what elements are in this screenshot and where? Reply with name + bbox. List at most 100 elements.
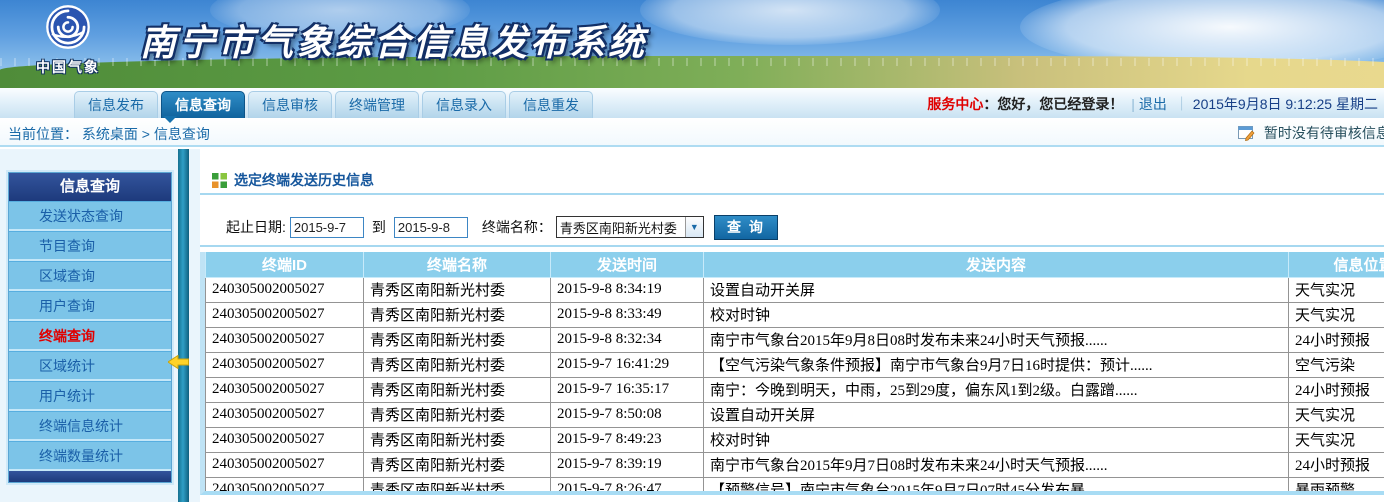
table-row[interactable]: 240305002005027青秀区南阳新光村委2015-9-7 16:35:1… — [206, 377, 1384, 402]
table-row[interactable]: 240305002005027青秀区南阳新光村委2015-9-8 8:34:19… — [206, 277, 1384, 302]
sidebar-item[interactable]: 区域查询 — [9, 261, 171, 291]
date-from-input[interactable] — [290, 217, 364, 238]
nav-tab[interactable]: 信息录入 — [422, 91, 506, 118]
sidebar-item[interactable]: 区域统计 — [9, 351, 171, 381]
history-table-body: 240305002005027青秀区南阳新光村委2015-9-8 8:34:19… — [206, 277, 1384, 495]
breadcrumb-label: 当前位置： — [8, 126, 78, 142]
cell-info-type: 暴雨预警 — [1289, 477, 1384, 495]
cell-send-time: 2015-9-8 8:32:34 — [551, 327, 704, 352]
cell-terminal-id: 240305002005027 — [206, 377, 364, 402]
panel-header: 选定终端发送历史信息 — [200, 167, 1384, 195]
collapse-sidebar-arrow-icon[interactable] — [168, 355, 189, 374]
table-row[interactable]: 240305002005027青秀区南阳新光村委2015-9-7 8:49:23… — [206, 427, 1384, 452]
cell-content: 【空气污染气象条件预报】南宁市气象台9月7日16时提供：预计...... — [704, 352, 1289, 377]
nav-tab[interactable]: 信息审核 — [248, 91, 332, 118]
table-row[interactable]: 240305002005027青秀区南阳新光村委2015-9-8 8:33:49… — [206, 302, 1384, 327]
table-row[interactable]: 240305002005027青秀区南阳新光村委2015-9-8 8:32:34… — [206, 327, 1384, 352]
cell-content: 设置自动开关屏 — [704, 402, 1289, 427]
breadcrumb: 当前位置： 系统桌面 > 信息查询 — [8, 124, 210, 144]
sidebar-item[interactable]: 终端信息统计 — [9, 411, 171, 441]
service-center-label: 服务中心 — [927, 96, 983, 112]
panel-title: 选定终端发送历史信息 — [234, 170, 374, 190]
column-header-terminal-id: 终端ID — [206, 252, 364, 277]
cell-info-type: 空气污染 — [1289, 352, 1384, 377]
cell-send-time: 2015-9-7 16:35:17 — [551, 377, 704, 402]
cell-terminal-name: 青秀区南阳新光村委 — [364, 277, 551, 302]
sidebar-item[interactable]: 节目查询 — [9, 231, 171, 261]
cell-terminal-name: 青秀区南阳新光村委 — [364, 402, 551, 427]
to-label: 到 — [372, 217, 386, 237]
nav-tab-active[interactable]: 信息查询 — [161, 91, 245, 118]
sidebar-item[interactable]: 用户查询 — [9, 291, 171, 321]
app-window: 中国气象 南宁市气象综合信息发布系统 信息发布信息查询信息审核终端管理信息录入信… — [0, 0, 1384, 502]
cell-terminal-id: 240305002005027 — [206, 452, 364, 477]
table-row[interactable]: 240305002005027青秀区南阳新光村委2015-9-7 8:39:19… — [206, 452, 1384, 477]
date-to-input[interactable] — [394, 217, 468, 238]
cell-info-type: 天气实况 — [1289, 302, 1384, 327]
terminal-name-label: 终端名称： — [482, 217, 552, 237]
cell-terminal-name: 青秀区南阳新光村委 — [364, 352, 551, 377]
cell-terminal-name: 青秀区南阳新光村委 — [364, 427, 551, 452]
content-area: 信息查询 发送状态查询节目查询区域查询用户查询终端查询区域统计用户统计终端信息统… — [0, 149, 1384, 502]
cell-terminal-name: 青秀区南阳新光村委 — [364, 302, 551, 327]
separator: ｜ — [1175, 96, 1189, 112]
cell-terminal-id: 240305002005027 — [206, 427, 364, 452]
login-greeting: ：您好，您已经登录！ — [983, 96, 1123, 112]
cell-content: 校对时钟 — [704, 302, 1289, 327]
nav-tab[interactable]: 信息重发 — [509, 91, 593, 118]
cell-terminal-id: 240305002005027 — [206, 327, 364, 352]
cell-content: 南宁市气象台2015年9月7日08时发布未来24小时天气预报...... — [704, 452, 1289, 477]
sidebar-header: 信息查询 — [9, 173, 171, 201]
cell-terminal-name: 青秀区南阳新光村委 — [364, 452, 551, 477]
cell-send-time: 2015-9-8 8:34:19 — [551, 277, 704, 302]
sidebar-item[interactable]: 终端数量统计 — [9, 441, 171, 471]
audit-notice: 暂时没有待审核信息 — [1238, 123, 1384, 144]
logo-caption: 中国气象 — [18, 57, 118, 77]
cell-content: 【预警信号】南宁市气象台2015年9月7日07时45分发布暴...... — [704, 477, 1289, 495]
query-form: 起止日期: 到 终端名称： 青秀区南阳新光村委 ▼ 查 询 — [200, 195, 1384, 247]
nav-tab[interactable]: 终端管理 — [335, 91, 419, 118]
breadcrumb-home-link[interactable]: 系统桌面 — [82, 126, 138, 142]
table-row[interactable]: 240305002005027青秀区南阳新光村委2015-9-7 8:50:08… — [206, 402, 1384, 427]
cell-terminal-name: 青秀区南阳新光村委 — [364, 327, 551, 352]
column-header-send-time: 发送时间 — [551, 252, 704, 277]
cell-content: 设置自动开关屏 — [704, 277, 1289, 302]
table-row[interactable]: 240305002005027青秀区南阳新光村委2015-9-7 16:41:2… — [206, 352, 1384, 377]
pending-audit-note-icon — [1238, 126, 1255, 144]
sidebar-divider — [178, 149, 189, 502]
nav-tab[interactable]: 信息发布 — [74, 91, 158, 118]
cell-send-time: 2015-9-7 8:49:23 — [551, 427, 704, 452]
sidebar-item[interactable]: 发送状态查询 — [9, 201, 171, 231]
cell-content: 校对时钟 — [704, 427, 1289, 452]
grid-icon — [212, 173, 227, 188]
cell-terminal-id: 240305002005027 — [206, 477, 364, 495]
query-button[interactable]: 查 询 — [714, 215, 778, 240]
cell-info-type: 24小时预报 — [1289, 377, 1384, 402]
cell-info-type: 天气实况 — [1289, 277, 1384, 302]
cell-send-time: 2015-9-7 8:50:08 — [551, 402, 704, 427]
cell-content: 南宁市气象台2015年9月8日08时发布未来24小时天气预报...... — [704, 327, 1289, 352]
table-row[interactable]: 240305002005027青秀区南阳新光村委2015-9-7 8:26:47… — [206, 477, 1384, 495]
sidebar-items: 发送状态查询节目查询区域查询用户查询终端查询区域统计用户统计终端信息统计终端数量… — [9, 201, 171, 471]
chevron-down-icon: ▼ — [685, 217, 703, 237]
cell-terminal-id: 240305002005027 — [206, 302, 364, 327]
history-table-container: 终端ID终端名称发送时间发送内容信息位置 240305002005027青秀区南… — [200, 252, 1384, 495]
service-center: 服务中心：您好，您已经登录！ |退出 ｜2015年9月8日 9:12:25 星期… — [927, 94, 1378, 114]
column-header-content: 发送内容 — [704, 252, 1289, 277]
cell-send-time: 2015-9-7 8:26:47 — [551, 477, 704, 495]
terminal-select[interactable]: 青秀区南阳新光村委 ▼ — [556, 216, 704, 238]
sidebar-item[interactable]: 用户统计 — [9, 381, 171, 411]
audit-notice-text: 暂时没有待审核信息 — [1264, 125, 1384, 141]
logout-link[interactable]: 退出 — [1139, 96, 1167, 112]
cell-send-time: 2015-9-8 8:33:49 — [551, 302, 704, 327]
sidebar-footer — [9, 471, 171, 482]
sidebar-menu: 信息查询 发送状态查询节目查询区域查询用户查询终端查询区域统计用户统计终端信息统… — [8, 172, 172, 483]
main-panel: 选定终端发送历史信息 起止日期: 到 终端名称： 青秀区南阳新光村委 ▼ 查 询 — [200, 149, 1384, 502]
history-table: 终端ID终端名称发送时间发送内容信息位置 240305002005027青秀区南… — [205, 252, 1384, 495]
cell-info-type: 天气实况 — [1289, 402, 1384, 427]
sidebar-item-active[interactable]: 终端查询 — [9, 321, 171, 351]
cell-send-time: 2015-9-7 16:41:29 — [551, 352, 704, 377]
cell-terminal-id: 240305002005027 — [206, 352, 364, 377]
cell-terminal-id: 240305002005027 — [206, 402, 364, 427]
breadcrumb-current-link[interactable]: 信息查询 — [154, 126, 210, 142]
